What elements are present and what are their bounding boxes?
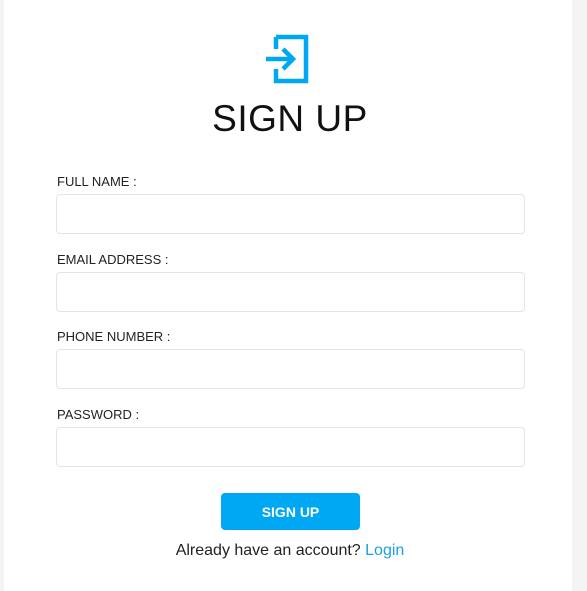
full-name-label: FULL NAME :: [57, 174, 137, 189]
page-title: SIGN UP: [212, 98, 368, 139]
email-address-label: EMAIL ADDRESS :: [57, 252, 169, 267]
sign-up-button[interactable]: SIGN UP: [221, 493, 360, 530]
login-prompt: Already have an account? Login: [4, 542, 576, 560]
phone-number-label: PHONE NUMBER :: [57, 329, 171, 344]
sign-in-icon: [266, 34, 309, 84]
email-field[interactable]: [56, 272, 525, 312]
signup-card: SIGN UP FULL NAME : EMAIL ADDRESS : PHON…: [4, 0, 572, 591]
password-label: PASSWORD :: [57, 407, 140, 422]
phone-number-field[interactable]: [56, 349, 525, 389]
full-name-field[interactable]: [56, 194, 525, 234]
password-field[interactable]: [56, 427, 525, 467]
login-link[interactable]: Login: [365, 542, 404, 559]
login-prompt-text: Already have an account?: [175, 542, 366, 559]
